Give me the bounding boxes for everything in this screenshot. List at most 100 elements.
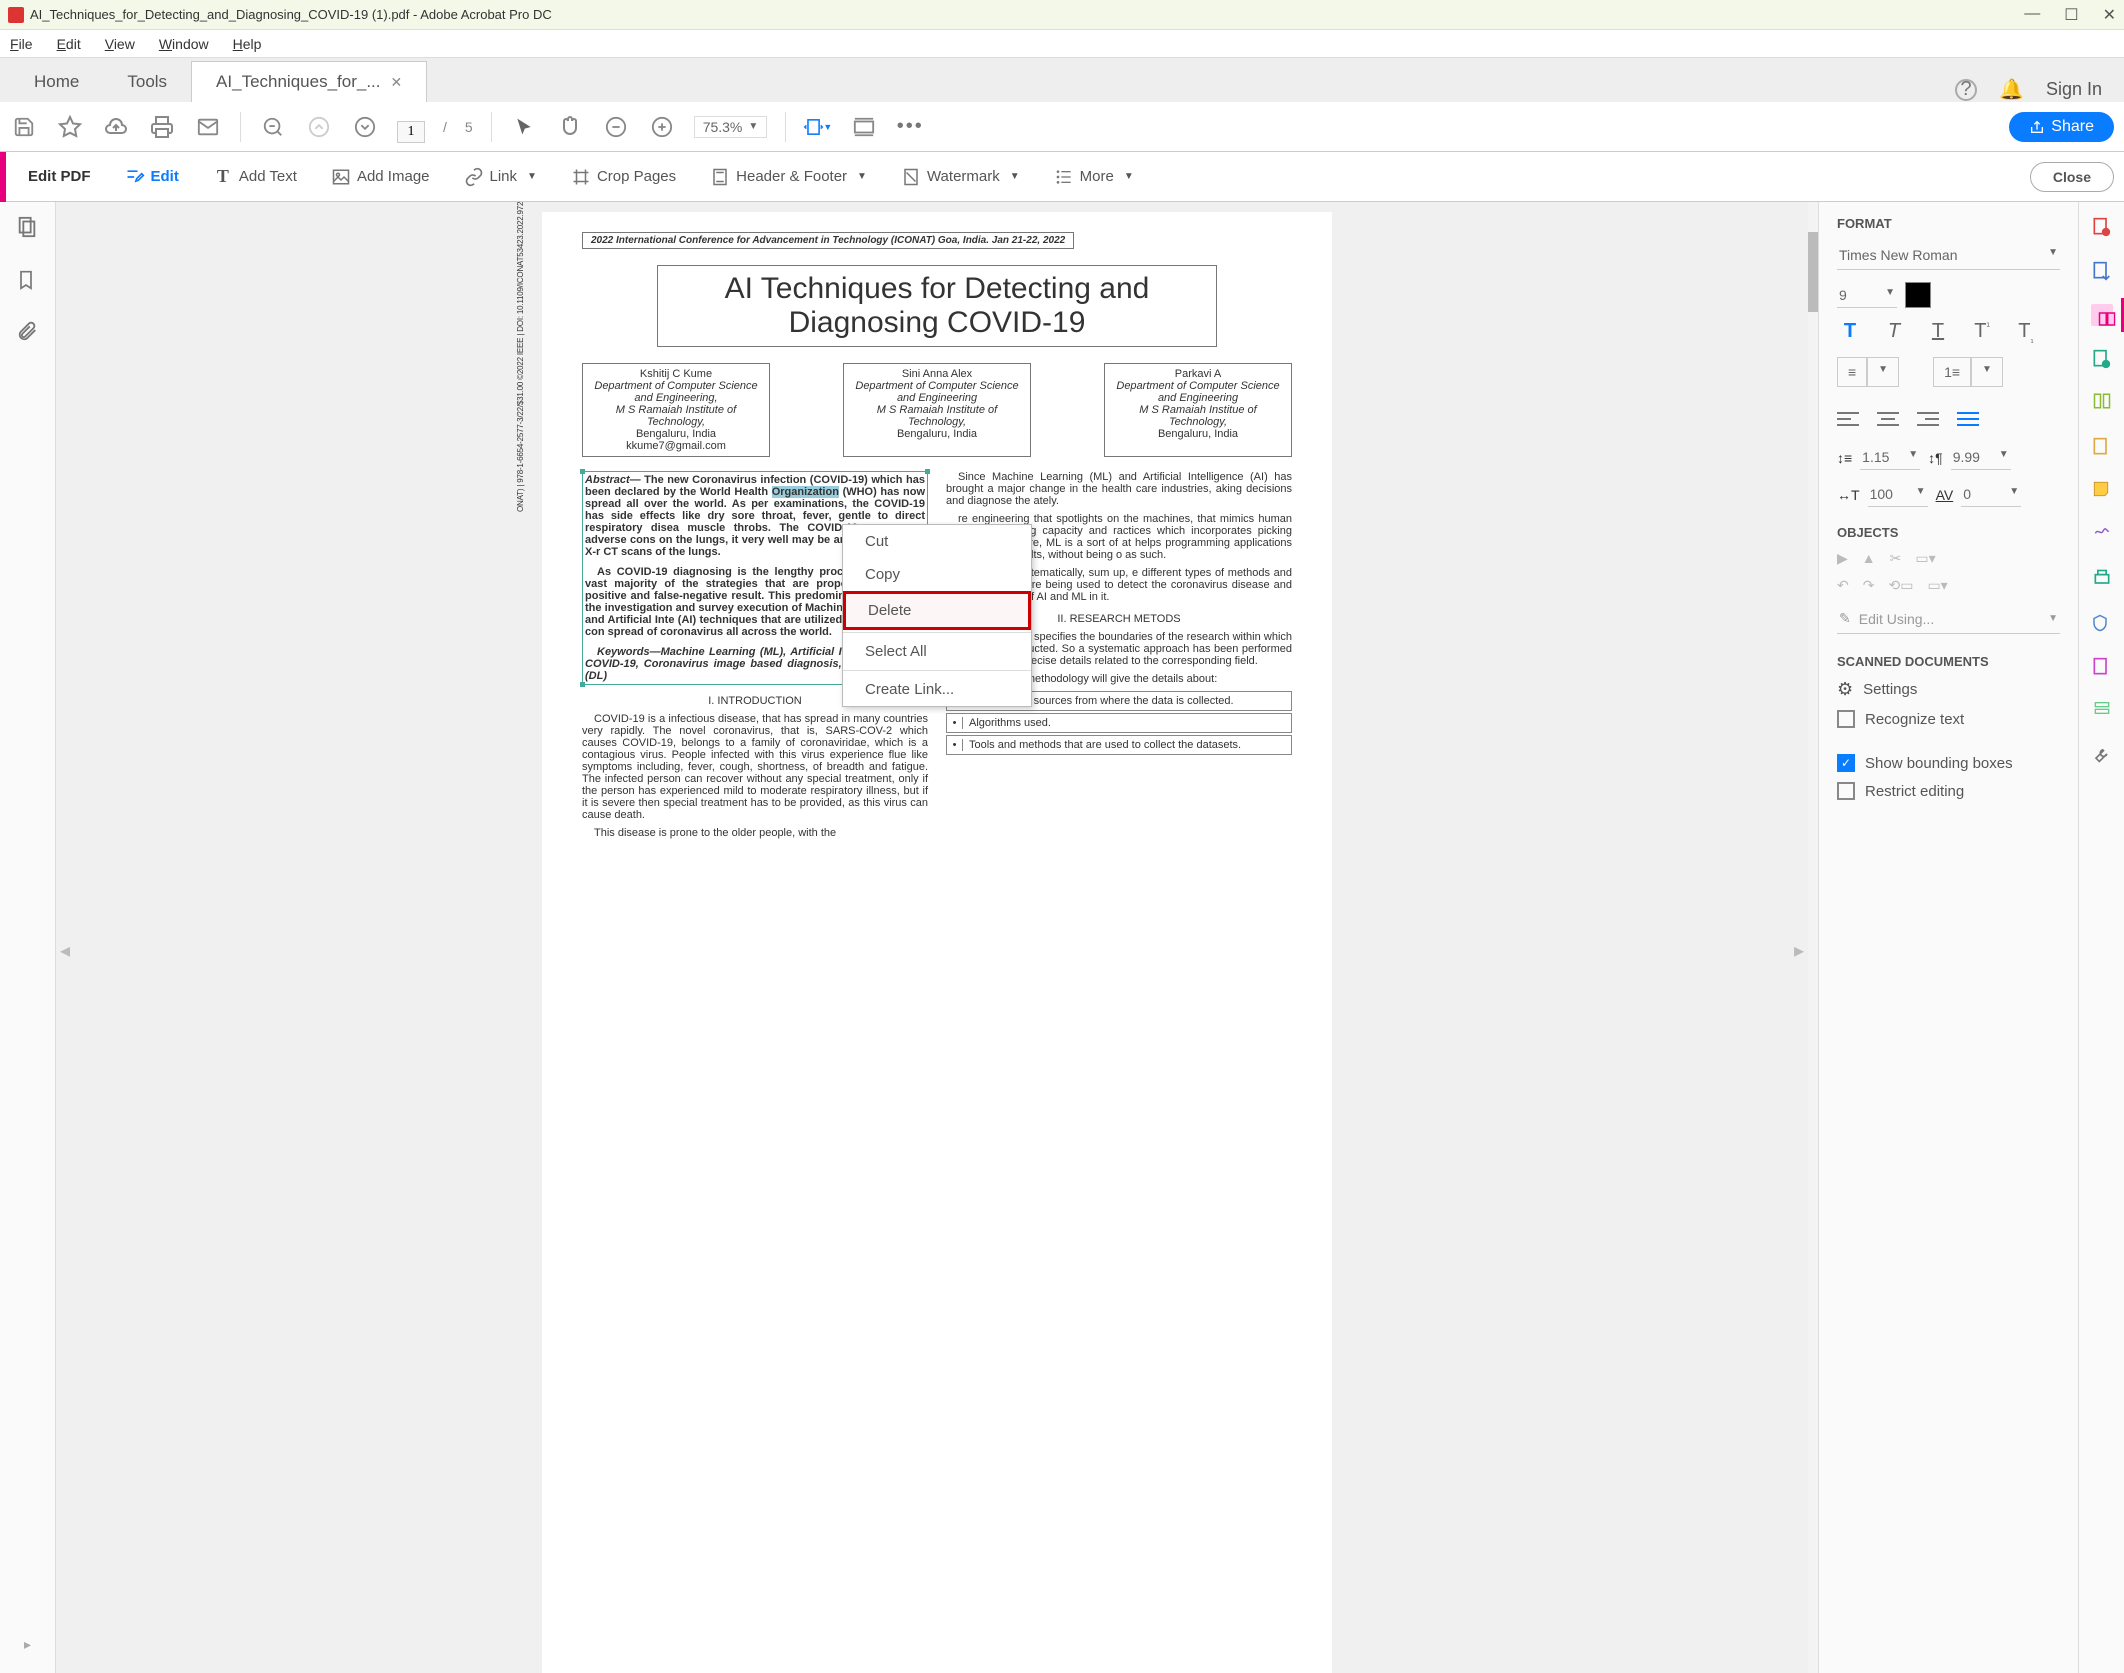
add-image-button[interactable]: Add Image [319, 161, 442, 193]
font-select[interactable]: Times New Roman▼ [1837, 241, 2060, 270]
bold-button[interactable]: T [1837, 320, 1863, 345]
sign-icon[interactable] [2091, 524, 2113, 546]
settings-button[interactable]: ⚙ Settings [1837, 679, 2060, 700]
underline-button[interactable]: T [1925, 320, 1951, 345]
select-tool-icon[interactable] [510, 113, 538, 141]
bookmark-icon[interactable] [16, 268, 40, 292]
align-left-icon[interactable] [1837, 411, 1861, 431]
arrange-icon[interactable]: ▭▾ [1915, 550, 1935, 567]
crop-tool-icon[interactable]: ✂ [1890, 550, 1902, 567]
author-block-3[interactable]: Parkavi A Department of Computer Science… [1104, 363, 1292, 457]
minimize-button[interactable]: — [2024, 5, 2040, 25]
fit-width-icon[interactable]: ▼ [804, 113, 832, 141]
conference-banner[interactable]: 2022 International Conference for Advanc… [582, 232, 1074, 249]
align-justify-icon[interactable] [1957, 411, 1981, 431]
page-down-icon[interactable] [351, 113, 379, 141]
ctx-delete[interactable]: Delete [843, 591, 1031, 630]
rotate-ccw-icon[interactable]: ↶ [1837, 577, 1849, 594]
save-icon[interactable] [10, 113, 38, 141]
line-spacing-select[interactable]: 1.15▼ [1860, 445, 1920, 470]
hscale-select[interactable]: 100▼ [1868, 482, 1928, 507]
italic-button[interactable]: T [1881, 320, 1907, 345]
close-editbar-button[interactable]: Close [2030, 162, 2114, 192]
create-pdf-icon[interactable]: + [2091, 216, 2113, 238]
para-spacing-select[interactable]: 9.99▼ [1951, 445, 2011, 470]
more-tools-icon[interactable]: ••• [896, 113, 924, 141]
sticky-note-icon[interactable] [2091, 480, 2113, 502]
ctx-select-all[interactable]: Select All [843, 635, 1031, 668]
optimize-icon[interactable] [2091, 700, 2113, 722]
scrollbar[interactable] [1808, 202, 1818, 1673]
share-button[interactable]: Share [2009, 112, 2114, 142]
author-block-2[interactable]: Sini Anna Alex Department of Computer Sc… [843, 363, 1031, 457]
author-block-1[interactable]: Kshitij C Kume Department of Computer Sc… [582, 363, 770, 457]
align-obj-icon[interactable]: ▭▾ [1927, 577, 1947, 594]
ctx-create-link[interactable]: Create Link... [843, 673, 1031, 706]
next-page-chevron-icon[interactable]: ▸ [1794, 938, 1804, 963]
paper-title[interactable]: AI Techniques for Detecting and Diagnosi… [657, 265, 1217, 347]
tab-close-icon[interactable]: ✕ [391, 74, 403, 91]
print-icon[interactable] [148, 113, 176, 141]
edit-button[interactable]: Edit [113, 161, 191, 193]
scrollbar-thumb[interactable] [1808, 232, 1818, 312]
maximize-button[interactable]: ☐ [2064, 5, 2078, 25]
align-right-icon[interactable] [1917, 411, 1941, 431]
fill-sign-icon[interactable] [2091, 436, 2113, 458]
align-center-icon[interactable] [1877, 411, 1901, 431]
help-icon[interactable]: ? [1955, 79, 1977, 101]
add-text-button[interactable]: T Add Text [201, 161, 309, 193]
menu-window[interactable]: Window [159, 36, 209, 52]
close-window-button[interactable]: ✕ [2103, 5, 2116, 25]
color-swatch[interactable] [1905, 282, 1931, 308]
organize-icon[interactable] [2091, 392, 2113, 414]
export-pdf-icon[interactable] [2091, 260, 2113, 282]
protect-icon[interactable] [2091, 612, 2113, 634]
compare-icon[interactable] [2091, 656, 2113, 678]
subscript-button[interactable]: T₁ [2013, 320, 2039, 345]
bullet-list-button[interactable]: ≡▼ [1837, 357, 1899, 387]
number-list-button[interactable]: 1≡▼ [1933, 357, 2003, 387]
tab-home[interactable]: Home [10, 62, 103, 102]
menu-view[interactable]: View [105, 36, 135, 52]
flip-v-icon[interactable]: ▲ [1862, 550, 1876, 567]
ctx-cut[interactable]: Cut [843, 525, 1031, 558]
recognize-text-checkbox[interactable]: Recognize text [1837, 710, 2060, 728]
expand-left-icon[interactable]: ▸ [24, 1636, 31, 1653]
flip-h-icon[interactable]: ▶ [1837, 550, 1848, 567]
zoom-plus-icon[interactable] [648, 113, 676, 141]
tab-document[interactable]: AI_Techniques_for_... ✕ [191, 61, 427, 102]
page-number-input[interactable] [397, 121, 425, 143]
font-size-select[interactable]: 9▼ [1837, 283, 1897, 308]
zoom-out-icon[interactable] [259, 113, 287, 141]
comment-tool-icon[interactable] [2091, 348, 2113, 370]
watermark-button[interactable]: Watermark▼ [889, 161, 1032, 193]
menu-file[interactable]: File [10, 36, 33, 52]
print-rail-icon[interactable] [2091, 568, 2113, 590]
rotate-cw-icon[interactable]: ↷ [1863, 577, 1875, 594]
page-display-icon[interactable] [850, 113, 878, 141]
show-bounding-boxes-checkbox[interactable]: ✓Show bounding boxes [1837, 754, 2060, 772]
cloud-upload-icon[interactable] [102, 113, 130, 141]
replace-icon[interactable]: ⟲▭ [1888, 577, 1913, 594]
header-footer-button[interactable]: Header & Footer▼ [698, 161, 879, 193]
hand-tool-icon[interactable] [556, 113, 584, 141]
prev-page-chevron-icon[interactable]: ◂ [60, 938, 70, 963]
zoom-select[interactable]: 75.3%▼ [694, 116, 768, 138]
tab-tools[interactable]: Tools [103, 62, 191, 102]
bell-icon[interactable]: 🔔 [1999, 77, 2024, 102]
zoom-minus-icon[interactable] [602, 113, 630, 141]
signin-link[interactable]: Sign In [2046, 79, 2102, 100]
wrench-icon[interactable] [2091, 744, 2113, 766]
selected-text[interactable]: Organization [772, 486, 839, 498]
page-up-icon[interactable] [305, 113, 333, 141]
link-button[interactable]: Link▼ [452, 161, 549, 193]
star-icon[interactable] [56, 113, 84, 141]
mail-icon[interactable] [194, 113, 222, 141]
ctx-copy[interactable]: Copy [843, 558, 1031, 591]
crop-button[interactable]: Crop Pages [559, 161, 688, 193]
thumbnails-icon[interactable] [16, 216, 40, 240]
restrict-editing-checkbox[interactable]: Restrict editing [1837, 782, 2060, 800]
edit-using-select[interactable]: ✎ Edit Using... ▼ [1837, 604, 2060, 634]
more-button[interactable]: More▼ [1042, 161, 1146, 193]
edit-pdf-rail-icon[interactable] [2091, 304, 2113, 326]
